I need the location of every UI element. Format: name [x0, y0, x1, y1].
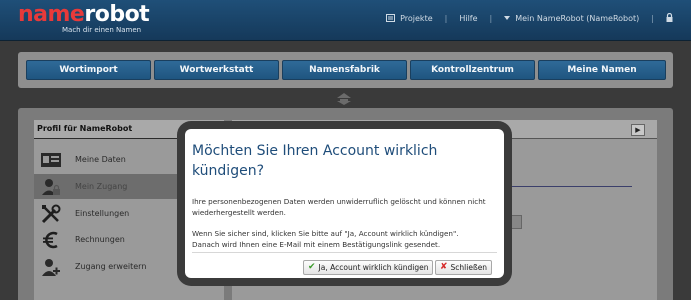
account-menu-label: Mein NameRobot (NameRobot) — [515, 14, 640, 23]
logo-tagline: Mach dir einen Namen — [62, 26, 142, 34]
user-add-icon — [40, 258, 62, 276]
dialog-email-info-text: Danach wird Ihnen eine E-Mail mit einem … — [192, 240, 441, 249]
projects-icon — [386, 13, 396, 24]
divider: | — [444, 14, 448, 23]
arrow-right-icon[interactable]: ▶ — [631, 124, 645, 136]
main-nav: Wortimport Wortwerkstatt Namensfabrik Ko… — [18, 52, 673, 88]
logo-name: name — [18, 2, 85, 27]
id-card-icon — [40, 151, 62, 169]
help-link[interactable]: Hilfe — [459, 14, 477, 23]
sidebar-item-label: Mein Zugang — [75, 182, 128, 191]
sidebar-item-label: Zugang erweitern — [75, 262, 147, 271]
close-icon: ✘ — [440, 262, 448, 272]
chevron-down-icon — [504, 14, 511, 23]
nav-kontrollzentrum[interactable]: Kontrollzentrum — [410, 60, 535, 80]
nav-wortimport[interactable]: Wortimport — [26, 60, 151, 80]
nav-wortwerkstatt[interactable]: Wortwerkstatt — [154, 60, 279, 80]
lock-icon — [666, 12, 673, 24]
confirm-cancel-dialog: Möchten Sie Ihren Account wirklich kündi… — [185, 129, 504, 278]
close-button[interactable]: ✘ Schließen — [435, 260, 493, 275]
projects-link[interactable]: Projekte — [386, 13, 433, 24]
nav-namensfabrik[interactable]: Namensfabrik — [282, 60, 407, 80]
sidebar-item-label: Einstellungen — [75, 209, 130, 218]
logo-robot: robot — [84, 2, 150, 27]
lock-button[interactable] — [666, 12, 673, 24]
close-label: Schließen — [450, 263, 488, 272]
nav-meine-namen[interactable]: Meine Namen — [538, 60, 666, 80]
confirm-delete-button[interactable]: ✔ Ja, Account wirklich kündigen — [303, 260, 434, 275]
divider: | — [489, 14, 493, 23]
help-link-label: Hilfe — [459, 14, 478, 23]
logo[interactable]: namerobot Mach dir einen Namen — [18, 2, 150, 35]
dialog-title: Möchten Sie Ihren Account wirklich kündi… — [192, 143, 438, 179]
projects-link-label: Projekte — [400, 14, 433, 23]
dialog-warning-text: Ihre personenbezogenen Daten werden unwi… — [192, 197, 486, 217]
euro-icon — [40, 231, 62, 249]
account-menu[interactable]: Mein NameRobot (NameRobot) — [504, 14, 639, 23]
collapse-toggle-icon[interactable] — [337, 90, 351, 105]
dialog-instruction-text: Wenn Sie sicher sind, klicken Sie bitte … — [192, 229, 459, 238]
divider: | — [651, 14, 654, 23]
confirm-delete-label: Ja, Account wirklich kündigen — [318, 263, 429, 272]
sidebar-item-label: Rechnungen — [75, 235, 125, 244]
dialog-divider — [192, 252, 497, 253]
top-nav: Projekte | Hilfe | Mein NameRobot (NameR… — [386, 12, 673, 24]
user-lock-icon — [40, 178, 62, 196]
top-bar: namerobot Mach dir einen Namen Projekte … — [0, 0, 691, 41]
sidebar-item-label: Meine Daten — [75, 155, 126, 164]
checkmark-icon: ✔ — [308, 262, 316, 272]
tools-icon — [40, 204, 62, 223]
